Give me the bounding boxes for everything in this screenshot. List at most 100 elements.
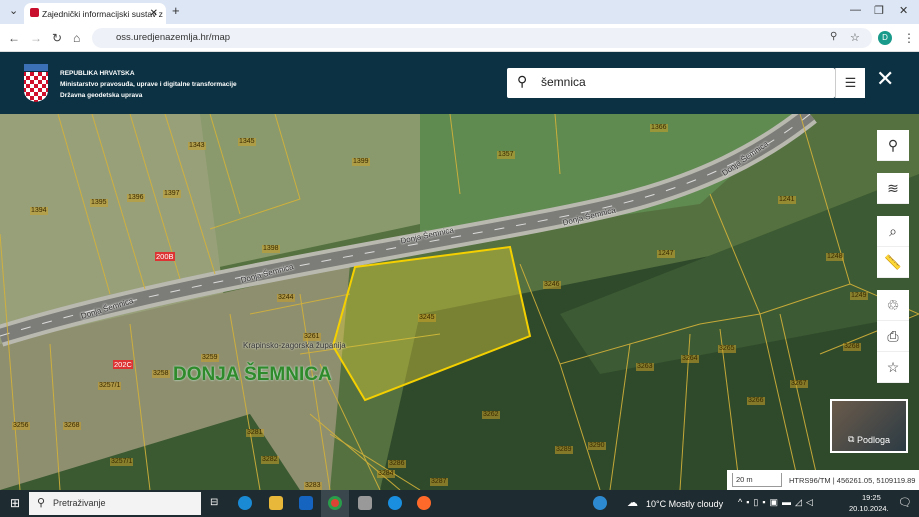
star-button[interactable]: ☆ [877, 352, 909, 383]
system-tray-icons[interactable]: ^▪▯▪▣▬◿◁ [738, 497, 817, 508]
print-button[interactable]: ⎙ [877, 321, 909, 352]
parcel-label[interactable]: 3256 [12, 422, 30, 430]
search-location-button[interactable]: ⌕ [877, 216, 909, 247]
search-icon: ⚲ [37, 497, 46, 509]
parcel-label[interactable]: 1396 [127, 194, 145, 202]
close-search-button[interactable]: ✕ [876, 66, 894, 92]
url-text: oss.uredjenazemlja.hr/map [116, 32, 231, 43]
menu-icon[interactable]: ⋮ [903, 31, 915, 45]
tab-list-chevron-icon[interactable]: ⌄ [9, 4, 18, 17]
parcel-label[interactable]: 1345 [238, 138, 256, 146]
parcel-label[interactable]: 3244 [277, 294, 295, 302]
parcel-label[interactable]: 3283 [304, 482, 322, 490]
close-window-icon[interactable]: ✕ [899, 4, 908, 17]
printer-app-icon[interactable] [358, 496, 372, 510]
outlook-icon[interactable] [299, 496, 313, 510]
close-tab-icon[interactable]: ✕ [150, 8, 158, 19]
app-header: REPUBLIKA HRVATSKA Ministarstvo pravosuđ… [0, 52, 919, 114]
parcel-label[interactable]: 3264 [681, 355, 699, 363]
parcel-label[interactable]: 3268 [843, 343, 861, 351]
bookmark-star-icon[interactable]: ☆ [850, 31, 860, 44]
task-view-icon[interactable]: ⊟ [210, 497, 218, 508]
search-location-icon: ⌕ [889, 222, 897, 239]
clock-time[interactable]: 19:25 [862, 493, 881, 502]
parcel-label[interactable]: 3289 [555, 446, 573, 454]
chrome-icon[interactable] [328, 496, 342, 510]
parcel-label[interactable]: 3262 [482, 411, 500, 419]
map-canvas[interactable]: 1394 1395 1396 1397 1343 1345 1399 1357 1366 1241… [0, 114, 919, 490]
parcel-label[interactable]: 3258 [152, 370, 170, 378]
parcel-label[interactable]: 1247 [657, 250, 675, 258]
coat-of-arms-logo [24, 64, 48, 102]
parcel-label[interactable]: 3290 [588, 442, 606, 450]
parcel-label[interactable]: 3287 [430, 478, 448, 486]
parcel-label[interactable]: 3259 [201, 354, 219, 362]
windows-taskbar: ⊞ ⚲ Pretraživanje ⊟ ☁ 10°C Mostly cloudy … [0, 490, 919, 517]
ruler-button[interactable]: 📏 [877, 247, 909, 278]
parcel-label[interactable]: 3257/1 [98, 382, 122, 390]
parcel-label[interactable]: 1398 [262, 245, 280, 253]
print-icon: ⎙ [887, 327, 899, 344]
parcel-label[interactable]: 3266 [747, 397, 765, 405]
parcel-label[interactable]: 3284 [377, 470, 395, 478]
maximize-icon[interactable]: ❐ [874, 4, 884, 17]
parcel-label[interactable]: 3245 [418, 314, 436, 322]
search-value: šemnica [541, 75, 586, 89]
parcel-label[interactable]: 1366 [650, 124, 668, 132]
windows-start-icon[interactable]: ⊞ [10, 496, 20, 510]
parcel-label[interactable]: 3265 [718, 345, 736, 353]
file-explorer-icon[interactable] [269, 496, 283, 510]
parcel-label[interactable]: 3281 [246, 429, 264, 437]
parcel-label[interactable]: 1248 [826, 253, 844, 261]
notifications-icon[interactable]: 🗨 [898, 496, 912, 509]
parcel-label[interactable]: 1357 [497, 151, 515, 159]
weather-text[interactable]: 10°C Mostly cloudy [646, 499, 723, 509]
parcel-label[interactable]: 3257/1 [110, 458, 134, 466]
location-permission-icon[interactable]: ⚲ [830, 31, 837, 42]
parcel-label[interactable]: 3282 [261, 456, 279, 464]
parcel-label[interactable]: 3261 [303, 333, 321, 341]
back-icon[interactable]: ← [8, 31, 20, 45]
parcel-label[interactable]: 1343 [188, 142, 206, 150]
parcel-label[interactable]: 1395 [90, 199, 108, 207]
layers-button[interactable]: ≋ [877, 173, 909, 204]
reload-icon[interactable]: ↻ [52, 31, 62, 45]
minimize-icon[interactable]: — [850, 4, 861, 16]
parcel-label[interactable]: 1249 [850, 292, 868, 300]
parcel-label[interactable]: 1399 [352, 158, 370, 166]
org-line-2: Ministarstvo pravosuđa, uprave i digital… [60, 81, 237, 88]
edge-icon[interactable] [238, 496, 252, 510]
help-icon[interactable] [593, 496, 607, 510]
parcel-label[interactable]: 3268 [63, 422, 81, 430]
county-label: Krapinsko-zagorska županija [243, 341, 346, 350]
firefox-icon[interactable] [417, 496, 431, 510]
layers-icon: ≋ [887, 179, 899, 196]
forward-icon[interactable]: → [30, 31, 42, 45]
map-status-bar: 20 m HTRS96/TM | 456261.05, 5109119.89 [727, 470, 919, 490]
parcel-label[interactable]: 1394 [30, 207, 48, 215]
parcel-label[interactable]: 1397 [163, 190, 181, 198]
share-icon: ♲ [886, 296, 900, 313]
parcel-label[interactable]: 3267 [790, 380, 808, 388]
taskbar-search-input[interactable]: ⚲ Pretraživanje [29, 492, 201, 515]
browser-tab[interactable]: Zajednički informacijski sustav z ✕ [24, 3, 166, 24]
parcel-label[interactable]: 3263 [636, 363, 654, 371]
ruler-icon: 📏 [884, 253, 902, 270]
filter-settings-button[interactable]: ☰ [835, 68, 865, 98]
home-icon[interactable]: ⌂ [73, 31, 80, 45]
parcel-label[interactable]: 1241 [778, 196, 796, 204]
browser-tab-bar: ⌄ Zajednički informacijski sustav z ✕ + —… [0, 0, 919, 24]
address-bar-row: ← → ↻ ⌂ oss.uredjenazemlja.hr/map ⚲ ☆ D … [0, 24, 919, 52]
parcel-label[interactable]: 3286 [388, 460, 406, 468]
search-input[interactable]: ⚲ šemnica [507, 68, 835, 98]
profile-avatar[interactable]: D [878, 31, 892, 45]
new-tab-icon[interactable]: + [172, 3, 180, 18]
skype-icon[interactable] [388, 496, 402, 510]
share-button[interactable]: ♲ [877, 290, 909, 321]
parcel-label[interactable]: 3246 [543, 281, 561, 289]
location-button[interactable]: ⚲ [877, 130, 909, 161]
clock-date[interactable]: 20.10.2024. [849, 504, 889, 513]
tab-title: Zajednički informacijski sustav z [42, 8, 163, 19]
basemap-switcher-button[interactable]: ⧉ Podloga [830, 399, 908, 453]
url-input[interactable]: oss.uredjenazemlja.hr/map [92, 28, 872, 48]
